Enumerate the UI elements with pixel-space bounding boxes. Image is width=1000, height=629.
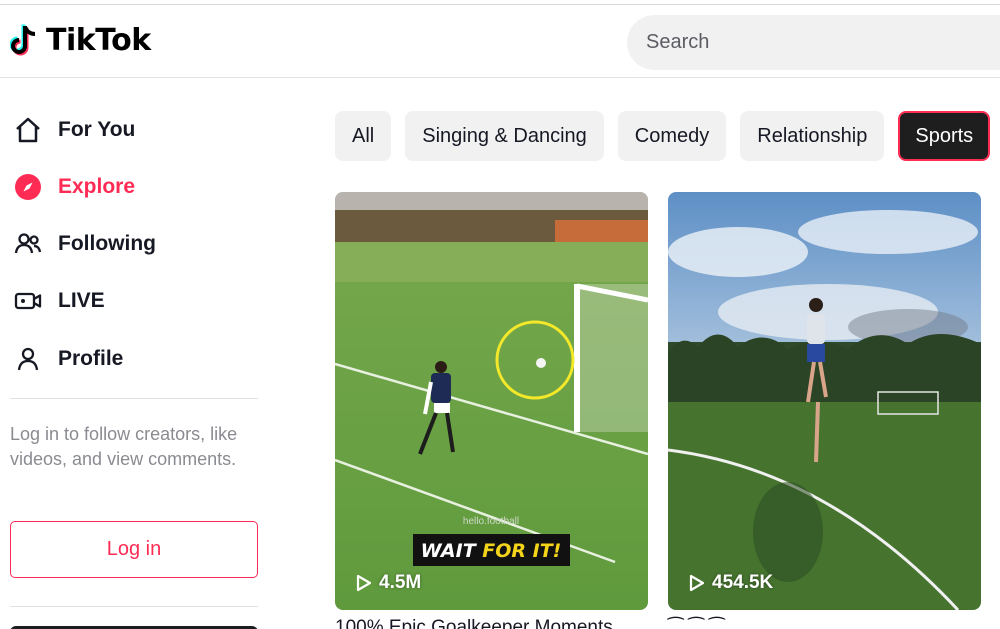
- play-icon: [356, 574, 372, 592]
- sidebar-item-label: Profile: [58, 347, 124, 370]
- compass-icon: [12, 171, 44, 203]
- category-tab-sports[interactable]: Sports: [898, 111, 991, 161]
- sidebar-item-live[interactable]: LIVE: [12, 281, 105, 321]
- profile-icon: [12, 343, 44, 375]
- top-header: TikTok: [0, 5, 1000, 78]
- sidebar-item-label: For You: [58, 118, 136, 141]
- tiktok-note-icon: [9, 24, 40, 58]
- sidebar-item-label: Explore: [58, 175, 136, 198]
- view-count-value: 4.5M: [379, 572, 422, 593]
- search-input[interactable]: [646, 31, 946, 54]
- login-prompt-text: Log in to follow creators, like videos, …: [10, 424, 238, 469]
- category-tab-relationship[interactable]: Relationship: [740, 111, 885, 161]
- category-tab-all[interactable]: All: [335, 111, 392, 161]
- category-tab-singing-dancing[interactable]: Singing & Dancing: [405, 111, 604, 161]
- view-count: 454.5K: [688, 572, 773, 594]
- category-tabs: All Singing & Dancing Comedy Relationshi…: [335, 111, 1000, 161]
- sidebar-item-following[interactable]: Following: [12, 224, 156, 264]
- search-box[interactable]: [627, 15, 1000, 70]
- view-count: 4.5M: [355, 572, 421, 594]
- video-caption[interactable]: ⁀ ⁀ ⁀: [668, 617, 724, 629]
- view-count-value: 454.5K: [712, 572, 774, 593]
- video-thumbnail: [668, 192, 981, 610]
- sidebar-item-label: Following: [58, 232, 156, 255]
- goal-net: [574, 283, 648, 432]
- sidebar-item-label: LIVE: [58, 289, 105, 312]
- play-icon: [689, 574, 705, 592]
- sidebar-divider: [10, 398, 258, 399]
- watermark: hello.football: [463, 516, 519, 527]
- sidebar-item-explore[interactable]: Explore: [12, 167, 135, 207]
- home-icon: [12, 114, 44, 146]
- app-name: TikTok: [46, 23, 151, 58]
- sidebar: For You Explore Following LIVE Profile L…: [0, 78, 270, 629]
- sidebar-divider: [10, 606, 258, 607]
- overlay-text: WAIT FOR IT!: [421, 540, 562, 562]
- category-tab-comedy[interactable]: Comedy: [617, 111, 727, 161]
- video-card[interactable]: hello.football WAIT FOR IT! 4.5M: [335, 192, 648, 610]
- video-card[interactable]: 454.5K: [668, 192, 981, 610]
- tiktok-logo[interactable]: TikTok: [9, 23, 151, 58]
- video-caption[interactable]: 100% Epic Goalkeeper Moments: [335, 617, 613, 629]
- login-button[interactable]: Log in: [10, 521, 258, 578]
- live-icon: [12, 285, 44, 317]
- users-icon: [12, 228, 44, 260]
- sidebar-item-profile[interactable]: Profile: [12, 339, 123, 379]
- sidebar-item-for-you[interactable]: For You: [12, 110, 135, 150]
- video-thumbnail: hello.football WAIT FOR IT!: [335, 192, 648, 610]
